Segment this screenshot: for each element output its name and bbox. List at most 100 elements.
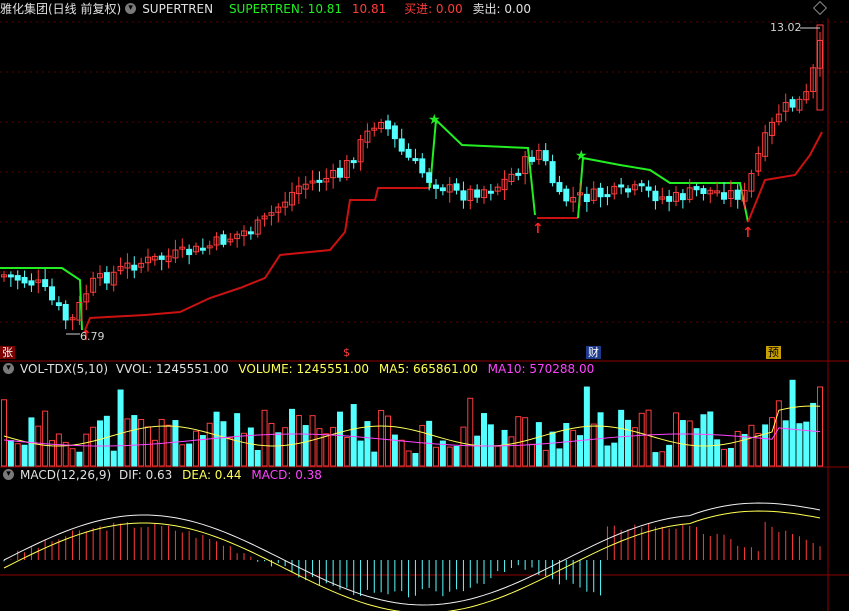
- candle-body: [549, 161, 556, 184]
- volume-bar: [645, 409, 652, 467]
- volume-bar: [433, 446, 439, 467]
- candle-body: [158, 255, 165, 260]
- volume-bar: [241, 432, 247, 467]
- candle-body: [487, 190, 494, 194]
- candle-body: [62, 304, 69, 321]
- candle-body: [597, 187, 604, 198]
- volume-bar: [542, 449, 549, 467]
- candle-body: [721, 192, 727, 200]
- buy-arrow-icon: ↑: [532, 221, 544, 237]
- volume-bar: [714, 439, 721, 467]
- volume-bar: [343, 436, 350, 467]
- candle-body: [14, 275, 21, 281]
- volume-bar: [337, 411, 343, 467]
- volume-bar: [501, 429, 508, 467]
- volume-bar: [679, 420, 686, 467]
- candle-body: [42, 279, 49, 288]
- volume-bar: [481, 413, 487, 467]
- candle-body: [405, 148, 412, 158]
- macd-histogram: [3, 521, 821, 598]
- volume-bar: [1, 399, 7, 467]
- candle-body: [693, 186, 700, 191]
- volume-bar: [131, 415, 138, 467]
- volume-bar: [652, 452, 659, 467]
- volume-bar: [686, 420, 693, 467]
- candle-body: [679, 193, 686, 201]
- volume-bar: [494, 445, 501, 467]
- candle-body: [433, 184, 439, 189]
- volume-bar: [117, 389, 124, 467]
- candlesticks: [1, 24, 824, 331]
- volume-bar: [611, 442, 618, 467]
- volume-bar: [7, 440, 14, 467]
- event-tag-2[interactable]: $: [341, 346, 352, 359]
- candle-body: [103, 272, 110, 284]
- volume-bar: [508, 436, 515, 467]
- volume-bar: [234, 413, 241, 467]
- volume-bar: [529, 443, 535, 467]
- volume-bar: [295, 414, 302, 467]
- volume-bar: [110, 450, 117, 467]
- candle-body: [529, 156, 535, 162]
- dif-line: [3, 502, 821, 606]
- candle-body: [515, 172, 522, 176]
- event-tag-3[interactable]: 财: [586, 346, 601, 359]
- volume-bar: [42, 410, 49, 467]
- candle-body: [385, 120, 391, 130]
- candle-body: [789, 99, 796, 108]
- volume-bar: [817, 386, 823, 467]
- volume-bar: [789, 379, 796, 467]
- volume-bar: [748, 424, 755, 467]
- dea-line: [3, 510, 821, 611]
- candle-body: [391, 125, 398, 140]
- sell-star-icon: ★: [575, 148, 588, 164]
- candle-body: [604, 194, 611, 198]
- volume-bar: [782, 420, 789, 467]
- candle-body: [625, 188, 631, 193]
- volume-bar: [453, 446, 460, 467]
- candle-body: [220, 234, 227, 245]
- volume-bar: [247, 427, 254, 467]
- volume-bar: [124, 418, 131, 467]
- event-tag-1[interactable]: 张: [0, 346, 15, 359]
- candle-body: [398, 138, 405, 152]
- volume-bar: [97, 420, 103, 467]
- volume-bar: [515, 416, 522, 467]
- volume-bar: [179, 444, 186, 467]
- volume-bar: [727, 447, 734, 467]
- volume-bar: [522, 417, 529, 467]
- volume-bar: [474, 435, 481, 467]
- sell-star-icon: ★: [428, 112, 441, 128]
- volume-bar: [193, 430, 199, 467]
- volume-bar: [556, 448, 563, 467]
- candle-body: [556, 182, 563, 193]
- volume-bar: [659, 451, 666, 467]
- volume-bar: [35, 425, 42, 467]
- volume-bar: [446, 446, 453, 467]
- volume-bar: [700, 414, 707, 467]
- volume-bar: [625, 419, 631, 467]
- candle-body: [666, 196, 673, 202]
- volume-bar: [707, 411, 714, 467]
- candle-body: [652, 190, 659, 202]
- volume-bar: [220, 421, 227, 467]
- volume-bar: [330, 426, 337, 467]
- event-tag-4[interactable]: 预: [766, 346, 781, 359]
- volume-bar: [289, 408, 295, 467]
- grid-lines: [0, 18, 849, 611]
- candle-body: [350, 160, 357, 164]
- candle-body: [199, 247, 206, 251]
- volume-bar: [302, 425, 309, 467]
- candle-body: [21, 277, 28, 284]
- candle-body: [583, 193, 590, 203]
- candle-body: [49, 286, 55, 301]
- candle-body: [542, 150, 549, 162]
- chart-canvas[interactable]: ↑↑ ↑★★: [0, 0, 849, 611]
- candle-body: [28, 280, 35, 286]
- volume-bar: [666, 444, 673, 467]
- candle-body: [734, 189, 741, 200]
- price-low-label: 6.79: [80, 330, 105, 343]
- volume-bar: [364, 421, 371, 467]
- volume-bars: [1, 379, 823, 467]
- volume-bar: [405, 450, 412, 467]
